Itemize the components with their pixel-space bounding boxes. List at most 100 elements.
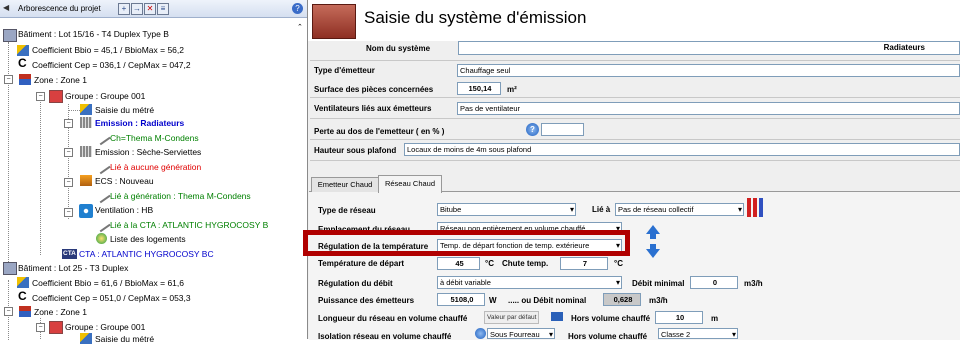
hauteur-label: Hauteur sous plafond xyxy=(314,146,397,155)
collapse-icon[interactable]: − xyxy=(36,92,45,101)
pencil-icon xyxy=(17,277,29,288)
calculator-icon[interactable] xyxy=(551,312,563,321)
collapse-icon[interactable]: − xyxy=(64,208,73,217)
type-emetteur-field[interactable]: Chauffage seul xyxy=(457,64,960,77)
nom-input[interactable]: Radiateurs xyxy=(458,41,960,55)
surface-field[interactable]: 150,14 xyxy=(457,82,501,95)
regulation-debit-label: Régulation du débit xyxy=(318,279,393,288)
collapse-icon[interactable]: − xyxy=(64,119,73,128)
tab-reseau-chaud[interactable]: Réseau Chaud xyxy=(378,175,442,193)
chute-unit: °C xyxy=(614,259,623,268)
delete-icon[interactable]: ✕ xyxy=(144,3,156,15)
panel-help-icon[interactable]: ? xyxy=(292,3,303,14)
list-icon[interactable]: ≡ xyxy=(157,3,169,15)
perte-label: Perte au dos de l'emetteur ( en % ) xyxy=(314,127,445,136)
chute-input[interactable]: 7 xyxy=(560,257,608,270)
house-icon xyxy=(19,306,31,317)
tree-node-metre[interactable]: Saisie du métré xyxy=(95,105,154,116)
surface-unit: m² xyxy=(507,85,517,94)
tree-node-cep[interactable]: Coefficient Cep = 051,0 / CepMax = 053,3 xyxy=(32,293,191,304)
tree-node-emission-radiateurs[interactable]: Emission : Radiateurs xyxy=(95,118,184,129)
isolation-select[interactable]: Sous Fourreau xyxy=(487,328,555,339)
tree-header: ◀ Arborescence du projet + → ✕ ≡ ? xyxy=(0,0,307,18)
tab-label: Emetteur Chaud xyxy=(317,180,373,189)
c-letter-icon: C xyxy=(18,56,27,70)
surface-label: Surface des pièces concernées xyxy=(314,85,434,94)
lie-select[interactable]: Pas de réseau collectif xyxy=(615,203,744,216)
hors-volume-unit: m xyxy=(711,314,719,323)
help-icon[interactable] xyxy=(475,328,486,339)
tree-node-zone[interactable]: Zone : Zone 1 xyxy=(34,75,87,86)
debit-min-input[interactable]: 0 xyxy=(690,276,738,289)
collapse-icon[interactable]: − xyxy=(4,75,13,84)
tree-node-logements[interactable]: Liste des logements xyxy=(110,234,186,245)
c-letter-icon: C xyxy=(18,289,27,303)
collapse-icon[interactable]: − xyxy=(64,148,73,157)
radiator-icon xyxy=(80,117,92,128)
tree-node-link[interactable]: Ch=Thema M-Condens xyxy=(110,133,199,144)
tree-node-group[interactable]: Groupe : Groupe 001 xyxy=(65,91,145,102)
radiator-icon xyxy=(80,146,92,157)
tree-node-bbio[interactable]: Coefficient Bbio = 61,6 / BbioMax = 61,6 xyxy=(32,278,184,289)
pencil-icon xyxy=(17,45,29,56)
collapse-icon[interactable]: − xyxy=(36,323,45,332)
debit-nominal-unit: m3/h xyxy=(649,296,668,305)
regulation-debit-select[interactable]: à débit variable xyxy=(437,276,622,289)
tree-node-zone[interactable]: Zone : Zone 1 xyxy=(34,307,87,318)
cta-icon: CTA xyxy=(62,249,77,259)
tree-node-cta[interactable]: CTA : ATLANTIC HYGROCOSY BC xyxy=(79,249,214,260)
tree-node-building[interactable]: Bâtiment : Lot 25 - T3 Duplex xyxy=(18,263,128,274)
puissance-unit: W xyxy=(489,296,497,305)
tree-node-link[interactable]: Lié à la CTA : ATLANTIC HYGROCOSY B xyxy=(110,220,268,231)
arrow-down-icon[interactable] xyxy=(646,249,660,258)
hauteur-field[interactable]: Locaux de moins de 4m sous plafond xyxy=(404,143,960,156)
lie-label: Lié à xyxy=(592,205,611,214)
separator xyxy=(310,139,960,140)
building-icon xyxy=(3,262,17,275)
collapse-icon[interactable]: − xyxy=(4,307,13,316)
collapse-icon[interactable]: − xyxy=(64,178,73,187)
tree-node-metre[interactable]: Saisie du métré xyxy=(95,334,154,345)
tree-node-ventilation[interactable]: Ventilation : HB xyxy=(95,205,153,216)
tree-node-building[interactable]: Bâtiment : Lot 15/16 - T4 Duplex Type B xyxy=(18,29,169,40)
perte-input[interactable] xyxy=(541,123,584,136)
radiator-icon xyxy=(312,4,356,39)
tree-node-group[interactable]: Groupe : Groupe 001 xyxy=(65,322,145,333)
separator xyxy=(310,60,960,61)
temp-depart-unit: °C xyxy=(485,259,494,268)
hors-volume-label: Hors volume chauffé xyxy=(571,314,651,323)
temp-depart-label: Température de départ xyxy=(318,259,405,268)
group-icon xyxy=(49,321,63,334)
help-icon[interactable]: ? xyxy=(526,123,539,136)
ventilateurs-field[interactable]: Pas de ventilateur xyxy=(457,102,960,115)
group-icon xyxy=(49,90,63,103)
tree-node-link[interactable]: Lié à génération : Thema M-Condens xyxy=(110,191,251,202)
chute-label: Chute temp. xyxy=(502,259,549,268)
network-icon[interactable] xyxy=(747,198,763,217)
collapse-arrow-icon[interactable]: ◀ xyxy=(3,3,9,12)
ecs-icon xyxy=(80,175,92,186)
tree-node-bbio[interactable]: Coefficient Bbio = 45,1 / BbioMax = 56,2 xyxy=(32,45,184,56)
nom-value: Radiateurs xyxy=(883,43,925,52)
separator xyxy=(310,160,960,161)
tree-node-ecs[interactable]: ECS : Nouveau xyxy=(95,176,154,187)
tree-node-cep[interactable]: Coefficient Cep = 036,1 / CepMax = 047,2 xyxy=(32,60,191,71)
valeur-defaut-button[interactable]: Valeur par défaut xyxy=(484,311,540,324)
tab-emetteur-chaud[interactable]: Emetteur Chaud xyxy=(311,177,379,192)
expand-all-icon[interactable]: + xyxy=(118,3,130,15)
classe-select[interactable]: Classe 2 xyxy=(658,328,738,339)
tree-node-emission-seche[interactable]: Emission : Sèche-Serviettes xyxy=(95,147,201,158)
arrow-up-icon[interactable] xyxy=(646,225,660,234)
hors-volume-input[interactable]: 10 xyxy=(655,311,703,324)
tree-node-link[interactable]: Lié à aucune génération xyxy=(110,162,201,173)
tree-line xyxy=(40,93,41,255)
type-reseau-select[interactable]: Bitube xyxy=(437,203,576,216)
isolation-label: Isolation réseau en volume chauffé xyxy=(318,332,452,341)
temp-depart-input[interactable]: 45 xyxy=(437,257,480,270)
puissance-input[interactable]: 5108,0 xyxy=(437,293,485,306)
separator xyxy=(310,97,960,98)
scroll-up-arrow-icon[interactable]: ⌃ xyxy=(297,23,303,31)
hors-volume2-label: Hors volume chauffé xyxy=(568,332,648,341)
arrow-right-icon[interactable]: → xyxy=(131,3,143,15)
building-icon xyxy=(3,29,17,42)
